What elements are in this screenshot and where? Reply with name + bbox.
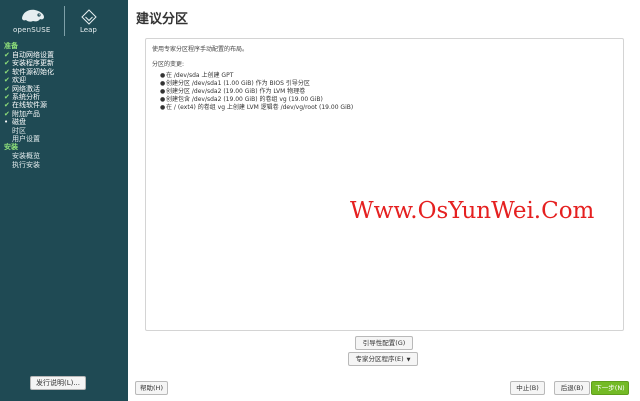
- change-text: 创建分区 /dev/sda1 (1.00 GiB) 作为 BIOS 引导分区: [166, 80, 310, 87]
- expert-partitioner-button[interactable]: 专家分区程序(E) ▼: [348, 352, 418, 366]
- step-group-prepare: 准备: [4, 42, 18, 50]
- installation-steps: 准备 ✔ 自动网络设置 ✔ 安装程序更新 ✔ 软件源初始化 ✔ 欢迎 ✔ 网络激活 ✔ 系统分析 ✔ 在线…: [4, 42, 126, 169]
- partition-summary: 使用专家分区程序手动配置的布局。 分区的变更: ● 在 /dev/sda 上创建 …: [145, 38, 624, 331]
- step-label: 在线软件源: [12, 101, 47, 110]
- bullet-icon: ●: [160, 80, 166, 87]
- main-panel: 建议分区 使用专家分区程序手动配置的布局。 分区的变更: ● 在 /dev/sda…: [128, 0, 640, 401]
- step-label: 欢迎: [12, 76, 26, 85]
- step-prepare-10: 用户设置: [4, 135, 126, 143]
- list-item: ● 在 / (ext4) 的卷组 vg 上创建 LVM 逻辑卷 /dev/vg/r…: [160, 104, 353, 112]
- step-prepare-8: • 磁盘: [4, 118, 126, 126]
- step-label: 用户设置: [12, 135, 40, 144]
- abort-button[interactable]: 中止(B): [510, 381, 545, 395]
- step-prepare-3: ✔ 欢迎: [4, 76, 126, 84]
- bullet-icon: ●: [160, 88, 166, 95]
- brand: openSUSE Leap: [0, 0, 128, 40]
- step-label: 时区: [12, 126, 26, 135]
- step-label: 执行安装: [12, 160, 40, 169]
- opensuse-chameleon-icon: [22, 9, 44, 22]
- change-text: 创建分区 /dev/sda2 (19.00 GiB) 作为 LVM 物理卷: [166, 88, 306, 95]
- step-label: 自动网络设置: [12, 51, 54, 59]
- list-item: ● 在 /dev/sda 上创建 GPT: [160, 72, 353, 80]
- step-label: 附加产品: [12, 109, 40, 118]
- step-label: 安装概览: [12, 152, 40, 161]
- release-notes-button[interactable]: 发行说明(L)...: [30, 376, 86, 390]
- step-prepare-1: ✔ 安装程序更新: [4, 59, 126, 67]
- brand-divider: [64, 6, 65, 36]
- leap-wordmark: Leap: [80, 26, 97, 34]
- prepare-step-list: ✔ 自动网络设置 ✔ 安装程序更新 ✔ 软件源初始化 ✔ 欢迎 ✔ 网络激活 ✔ 系统分析 ✔ 在线软件源…: [4, 51, 126, 143]
- chevron-down-icon: ▼: [406, 357, 411, 363]
- step-prepare-7: ✔ 附加产品: [4, 110, 126, 118]
- step-prepare-4: ✔ 网络激活: [4, 85, 126, 93]
- list-item: ● 创建包含 /dev/sda2 (19.00 GiB) 的卷组 vg (19.0…: [160, 96, 353, 104]
- bullet-icon: •: [4, 118, 9, 127]
- guided-setup-button[interactable]: 引导性配置(G): [355, 336, 413, 350]
- step-install-1: 执行安装: [4, 161, 126, 169]
- step-label: 软件源初始化: [12, 67, 54, 76]
- summary-description: 使用专家分区程序手动配置的布局。: [152, 46, 249, 53]
- check-icon: ✔: [4, 84, 10, 93]
- sidebar: openSUSE Leap 准备 ✔ 自动网络设置 ✔ 安装程序更新 ✔ 软件源初始化 ✔ 欢…: [0, 0, 128, 401]
- next-button[interactable]: 下一步(N): [591, 381, 629, 395]
- step-install-0: 安装概览: [4, 152, 126, 160]
- check-icon: ✔: [4, 109, 10, 118]
- check-icon: ✔: [4, 76, 10, 85]
- watermark: Www.OsYunWei.Com: [350, 198, 595, 224]
- list-item: ● 创建分区 /dev/sda2 (19.00 GiB) 作为 LVM 物理卷: [160, 88, 353, 96]
- expert-partitioner-label: 专家分区程序(E): [355, 355, 404, 363]
- page-title: 建议分区: [136, 12, 189, 27]
- check-icon: ✔: [4, 101, 10, 110]
- bullet-icon: ●: [160, 72, 166, 79]
- bullet-icon: ●: [160, 96, 166, 103]
- check-icon: ✔: [4, 51, 10, 59]
- leap-logo-icon: [81, 9, 97, 25]
- back-button[interactable]: 后退(B): [554, 381, 590, 395]
- check-icon: ✔: [4, 67, 10, 76]
- check-icon: ✔: [4, 93, 10, 102]
- change-text: 在 / (ext4) 的卷组 vg 上创建 LVM 逻辑卷 /dev/vg/ro…: [166, 104, 354, 111]
- list-item: ● 创建分区 /dev/sda1 (1.00 GiB) 作为 BIOS 引导分区: [160, 80, 353, 88]
- change-text: 创建包含 /dev/sda2 (19.00 GiB) 的卷组 vg (19.00…: [166, 96, 323, 103]
- check-icon: ✔: [4, 59, 10, 68]
- step-prepare-9: 时区: [4, 127, 126, 135]
- guided-setup-label: 引导性配置(G): [362, 339, 406, 347]
- step-label: 系统分析: [12, 93, 40, 102]
- install-step-list: 安装概览 执行安装: [4, 152, 126, 169]
- change-list: ● 在 /dev/sda 上创建 GPT ● 创建分区 /dev/sda1 (1.00…: [160, 72, 353, 112]
- step-prepare-2: ✔ 软件源初始化: [4, 68, 126, 76]
- step-label: 磁盘: [12, 118, 26, 127]
- bullet-icon: ●: [160, 104, 166, 111]
- changes-title: 分区的变更:: [152, 61, 185, 68]
- change-text: 在 /dev/sda 上创建 GPT: [166, 72, 234, 79]
- step-prepare-6: ✔ 在线软件源: [4, 101, 126, 109]
- step-label: 安装程序更新: [12, 59, 54, 68]
- step-label: 网络激活: [12, 84, 40, 93]
- opensuse-wordmark: openSUSE: [13, 26, 51, 34]
- help-button[interactable]: 帮助(H): [135, 381, 168, 395]
